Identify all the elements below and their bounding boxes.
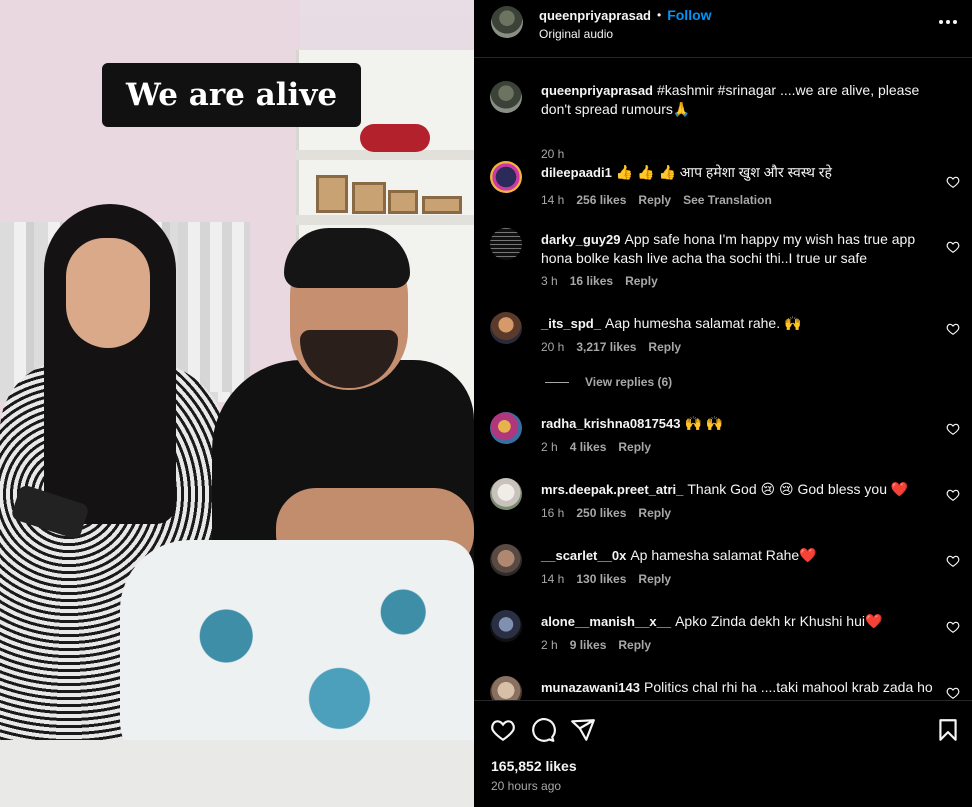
woman-face [66,238,150,348]
comment-time: 16 h [541,506,565,520]
comments-list[interactable]: queenpriyaprasad #kashmir #srinagar ....w… [474,58,972,700]
comment-text: Aap humesha salamat rahe. 🙌 [604,315,802,331]
comment-likes[interactable]: 4 likes [570,440,607,454]
comment-likes[interactable]: 256 likes [576,193,626,207]
like-comment-icon[interactable] [946,488,960,502]
comment-time: 2 h [541,638,558,652]
reply-button[interactable]: Reply [638,506,671,520]
like-comment-icon[interactable] [946,554,960,568]
commenter-avatar[interactable] [490,412,522,444]
curtain [178,222,250,392]
caption-username[interactable]: queenpriyaprasad [541,83,653,98]
reply-button[interactable]: Reply [625,274,658,288]
like-comment-icon[interactable] [946,322,960,336]
view-replies-label[interactable]: View replies (6) [585,375,672,389]
comment-likes[interactable]: 250 likes [576,506,626,520]
commenter-avatar[interactable] [490,228,522,260]
commenter-avatar[interactable] [490,676,522,700]
author-username[interactable]: queenpriyaprasad [539,8,651,23]
bookmark-icon[interactable] [935,717,961,743]
video-player[interactable]: We are alive [0,0,474,807]
audio-label[interactable]: Original audio [539,27,613,41]
video-caption: We are alive [102,63,361,127]
commenter-avatar[interactable] [490,610,522,642]
like-comment-icon[interactable] [946,240,960,254]
post-header: queenpriyaprasad • Follow Original audio [474,0,972,58]
comment-text: 👍 👍 👍 आप हमेशा खुश और स्वस्थ रहे [615,164,832,180]
share-icon[interactable] [570,717,596,743]
comment-username[interactable]: _its_spd_ [541,316,601,331]
like-comment-icon[interactable] [946,422,960,436]
caption-time: 20 h [541,147,565,161]
shelf [296,215,474,225]
red-cushion [360,124,430,152]
author-avatar[interactable] [491,6,523,38]
commenter-avatar[interactable] [490,161,522,193]
comment-icon[interactable] [530,717,556,743]
like-comment-icon[interactable] [946,686,960,700]
comment-username[interactable]: radha_krishna0817543 [541,416,680,431]
heart-icon[interactable] [490,717,516,743]
comment-username[interactable]: dileepaadi1 [541,165,612,180]
reply-button[interactable]: Reply [618,638,651,652]
photo-frame [388,190,418,214]
reply-button[interactable]: Reply [638,193,671,207]
separator-dot: • [657,8,662,22]
comment-text: Politics chal rhi ha ....taki mahool kra… [644,679,933,695]
comment-time: 14 h [541,572,565,586]
comment-username[interactable]: munazawani143 [541,680,640,695]
comment-time: 3 h [541,274,558,288]
reply-button[interactable]: Reply [648,340,681,354]
comment-likes[interactable]: 130 likes [576,572,626,586]
post-time[interactable]: 20 hours ago [491,779,561,793]
see-translation-button[interactable]: See Translation [683,193,772,207]
replies-divider [545,381,569,383]
like-comment-icon[interactable] [946,620,960,634]
comment-username[interactable]: alone__manish__x__ [541,614,671,629]
man-hair [284,228,410,288]
author-avatar[interactable] [490,81,522,113]
comment-username[interactable]: __scarlet__0x [541,548,626,563]
comment-text: 🙌 🙌 [684,415,724,431]
bedsheet [0,740,474,807]
comment-likes[interactable]: 3,217 likes [576,340,636,354]
follow-button[interactable]: Follow [667,7,711,23]
commenter-avatar[interactable] [490,312,522,344]
post-likes[interactable]: 165,852 likes [491,758,577,774]
like-comment-icon[interactable] [946,175,960,189]
photo-frame [422,196,462,214]
comment-likes[interactable]: 9 likes [570,638,607,652]
reply-button[interactable]: Reply [618,440,651,454]
comment-username[interactable]: darky_guy29 [541,232,621,247]
commenter-avatar[interactable] [490,544,522,576]
view-replies-button[interactable]: View replies (6) [545,375,672,389]
photo-frame [316,175,348,213]
more-icon[interactable] [938,14,958,30]
comment-text: Apko Zinda dekh kr Khushi hui❤️ [675,613,883,629]
photo-frame [352,182,386,214]
comment-time: 14 h [541,193,565,207]
comment-text: Thank God 😢 😢 God bless you ❤️ [687,481,909,497]
comment-text: Ap hamesha salamat Rahe❤️ [630,547,817,563]
reply-button[interactable]: Reply [638,572,671,586]
comment-username[interactable]: mrs.deepak.preet_atri_ [541,482,683,497]
comment-likes[interactable]: 16 likes [570,274,613,288]
post-panel: queenpriyaprasad • Follow Original audio… [474,0,972,807]
comment-time: 2 h [541,440,558,454]
post-actions: 165,852 likes 20 hours ago [474,700,972,807]
commenter-avatar[interactable] [490,478,522,510]
comment-time: 20 h [541,340,565,354]
